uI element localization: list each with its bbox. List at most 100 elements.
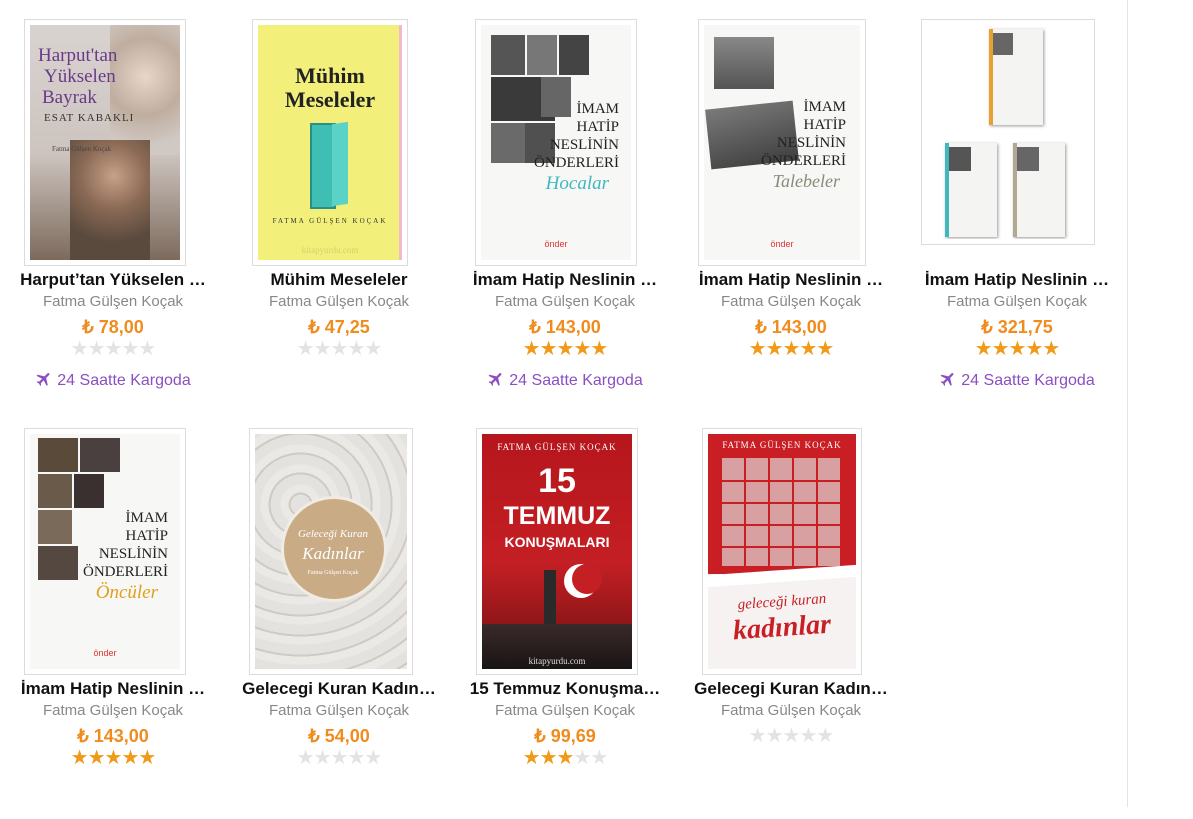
cover-title: Harput'tan	[38, 45, 118, 66]
product-card[interactable]: İmam Hatip Neslinin … Fatma Gülşen Koçak…	[904, 10, 1130, 410]
cover-title: ÖNDERLERİ	[83, 564, 168, 580]
product-author[interactable]: Fatma Gülşen Koçak	[452, 293, 678, 310]
product-author[interactable]: Fatma Gülşen Koçak	[678, 702, 904, 719]
book-cover[interactable]: Geleceği Kuran Kadınlar Fatma Gülşen Koç…	[249, 428, 413, 675]
star-empty-icon: ★	[765, 725, 784, 747]
product-card[interactable]: Mühim Meseleler FATMA GÜLŞEN KOÇAK kitap…	[226, 10, 452, 410]
cover-title: NESLİNİN	[549, 137, 619, 153]
rating-stars: ★★★★★	[678, 338, 904, 360]
cover-title: Geleceği Kuran	[298, 528, 368, 540]
product-price: ₺ 47,25	[308, 317, 370, 337]
product-card[interactable]: FATMA GÜLŞEN KOÇAK geleceği kuran kadınl…	[678, 419, 904, 819]
star-empty-icon: ★	[347, 747, 365, 769]
star-empty-icon: ★	[121, 338, 139, 360]
star-filled-icon: ★	[782, 338, 801, 360]
product-title[interactable]: Harput’tan Yükselen …	[0, 270, 226, 290]
cover-title: ÖNDERLERİ	[761, 153, 846, 169]
rating-stars: ★★★★★	[0, 747, 226, 769]
right-divider	[1127, 0, 1128, 807]
cover-title: KONUŞMALARI	[504, 534, 610, 550]
product-author[interactable]: Fatma Gülşen Koçak	[226, 702, 452, 719]
cover-title: 15	[538, 462, 576, 500]
product-author[interactable]: Fatma Gülşen Koçak	[0, 702, 226, 719]
cover-title: Meseleler	[284, 87, 376, 112]
star-empty-icon: ★	[313, 338, 332, 360]
cover-title: Kadınlar	[302, 544, 364, 563]
book-cover[interactable]: FATMA GÜLŞEN KOÇAK geleceği kuran kadınl…	[702, 428, 862, 675]
star-filled-icon: ★	[539, 747, 558, 769]
star-empty-icon: ★	[70, 338, 89, 360]
star-empty-icon: ★	[573, 747, 591, 769]
book-cover[interactable]: Mühim Meseleler FATMA GÜLŞEN KOÇAK kitap…	[252, 19, 408, 266]
product-title[interactable]: 15 Temmuz Konuşma…	[452, 679, 678, 699]
product-price: ₺ 143,00	[755, 317, 827, 337]
rating-stars: ★★★★★	[904, 338, 1130, 360]
product-price: ₺ 143,00	[77, 726, 149, 746]
product-author[interactable]: Fatma Gülşen Koçak	[904, 293, 1130, 310]
rating-stars: ★★★★★	[226, 747, 452, 769]
star-filled-icon: ★	[1008, 338, 1027, 360]
airplane-icon	[940, 373, 954, 386]
product-card[interactable]: İMAM HATİP NESLİNİN ÖNDERLERİ Talebeler …	[678, 10, 904, 410]
product-grid: Harput'tan Yükselen Bayrak ESAT KABAKLI …	[0, 0, 1127, 807]
product-title[interactable]: İmam Hatip Neslinin …	[678, 270, 904, 290]
airplane-icon	[488, 373, 502, 386]
product-title[interactable]: Mühim Meseleler	[226, 270, 452, 290]
star-empty-icon: ★	[748, 725, 767, 747]
cargo-label: 24 Saatte Kargoda	[57, 372, 191, 389]
star-filled-icon: ★	[991, 338, 1010, 360]
product-card[interactable]: İMAM HATİP NESLİNİN ÖNDERLERİ Öncüler ön…	[0, 419, 226, 819]
product-card[interactable]: FATMA GÜLŞEN KOÇAK 15 TEMMUZ KONUŞMALARI…	[452, 419, 678, 819]
star-filled-icon: ★	[539, 338, 558, 360]
cover-author: FATMA GÜLŞEN KOÇAK	[272, 217, 388, 225]
cover-title: İMAM	[125, 510, 168, 526]
book-cover[interactable]	[921, 19, 1095, 245]
cover-title: HATİP	[803, 117, 846, 133]
product-card[interactable]: Harput'tan Yükselen Bayrak ESAT KABAKLI …	[0, 10, 226, 410]
product-title[interactable]: İmam Hatip Neslinin …	[904, 270, 1130, 290]
star-filled-icon: ★	[522, 338, 541, 360]
star-empty-icon: ★	[104, 338, 123, 360]
cover-watermark: kitapyurdu.com	[301, 245, 359, 255]
cargo-label: 24 Saatte Kargoda	[961, 372, 1095, 389]
star-filled-icon: ★	[590, 338, 608, 360]
book-cover[interactable]: FATMA GÜLŞEN KOÇAK 15 TEMMUZ KONUŞMALARI…	[476, 428, 638, 675]
product-price: ₺ 143,00	[529, 317, 601, 337]
product-author[interactable]: Fatma Gülşen Koçak	[0, 293, 226, 310]
rating-stars: ★★★★★	[678, 725, 904, 747]
product-author[interactable]: Fatma Gülşen Koçak	[226, 293, 452, 310]
star-empty-icon: ★	[782, 725, 801, 747]
book-cover[interactable]: İMAM HATİP NESLİNİN ÖNDERLERİ Hocalar ön…	[475, 19, 637, 266]
star-filled-icon: ★	[87, 747, 106, 769]
rating-stars: ★★★★★	[0, 338, 226, 360]
book-cover[interactable]: İMAM HATİP NESLİNİN ÖNDERLERİ Öncüler ön…	[24, 428, 186, 675]
cover-title: TEMMUZ	[503, 502, 611, 530]
cover-subtitle: ESAT KABAKLI	[44, 112, 135, 124]
product-card[interactable]: İMAM HATİP NESLİNİN ÖNDERLERİ Hocalar ön…	[452, 10, 678, 410]
product-card[interactable]: Geleceği Kuran Kadınlar Fatma Gülşen Koç…	[226, 419, 452, 819]
star-filled-icon: ★	[556, 747, 575, 769]
cover-title: İMAM	[576, 101, 619, 117]
cargo-badge: 24 Saatte Kargoda	[904, 370, 1130, 390]
cover-author: Fatma Gülşen Koçak	[307, 570, 359, 576]
star-empty-icon: ★	[87, 338, 106, 360]
product-title[interactable]: İmam Hatip Neslinin …	[0, 679, 226, 699]
cover-title: HATİP	[576, 119, 619, 135]
product-title[interactable]: İmam Hatip Neslinin …	[452, 270, 678, 290]
cover-title: NESLİNİN	[776, 135, 846, 151]
book-cover[interactable]: Harput'tan Yükselen Bayrak ESAT KABAKLI …	[24, 19, 186, 266]
cover-publisher: önder	[544, 239, 568, 249]
product-price: ₺ 321,75	[981, 317, 1053, 337]
star-filled-icon: ★	[1025, 338, 1043, 360]
star-empty-icon: ★	[347, 338, 365, 360]
product-author[interactable]: Fatma Gülşen Koçak	[452, 702, 678, 719]
cargo-badge: 24 Saatte Kargoda	[0, 370, 226, 390]
star-filled-icon: ★	[121, 747, 139, 769]
product-author[interactable]: Fatma Gülşen Koçak	[678, 293, 904, 310]
book-cover[interactable]: İMAM HATİP NESLİNİN ÖNDERLERİ Talebeler …	[698, 19, 866, 266]
product-price: ₺ 99,69	[534, 726, 596, 746]
product-title[interactable]: Gelecegi Kuran Kadın…	[226, 679, 452, 699]
cover-title: Yükselen	[44, 66, 116, 87]
cover-title: Mühim	[295, 63, 365, 88]
product-title[interactable]: Gelecegi Kuran Kadın…	[678, 679, 904, 699]
